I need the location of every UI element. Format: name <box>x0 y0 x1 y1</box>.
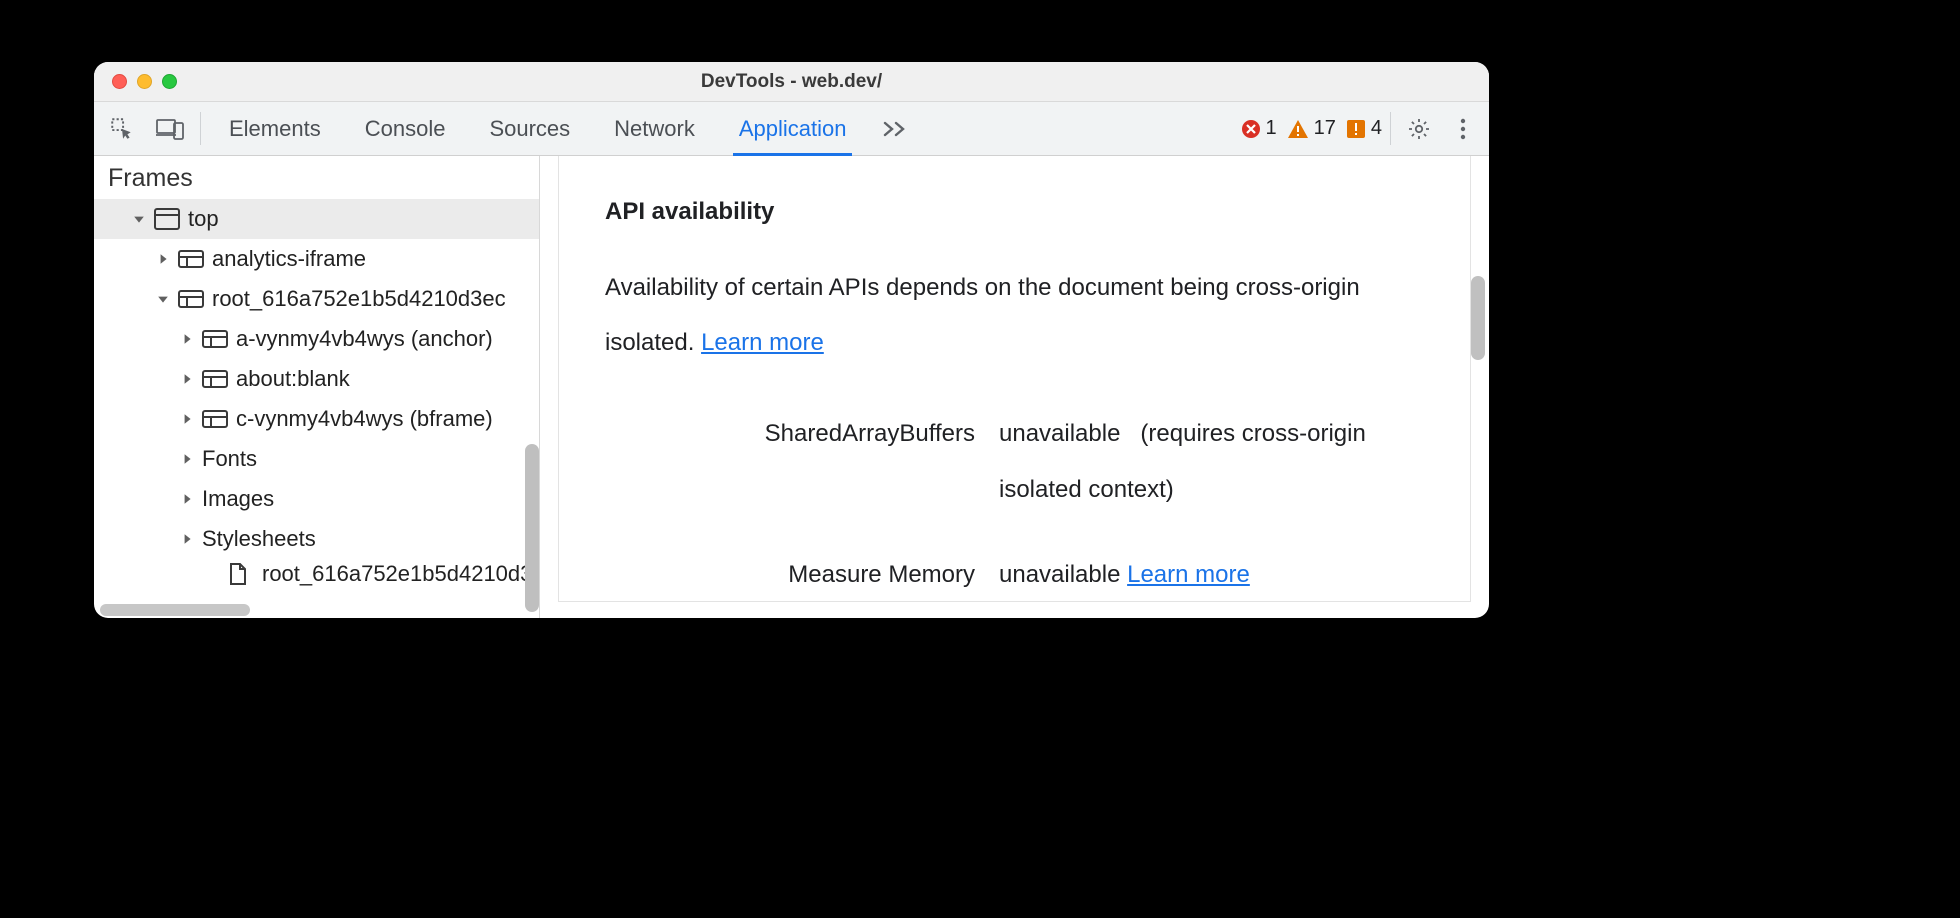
frame-details-pane: API availability Availability of certain… <box>540 156 1489 618</box>
errors-counter[interactable]: 1 <box>1241 117 1277 140</box>
sidebar-section-header: Frames <box>94 156 539 199</box>
tab-console[interactable]: Console <box>343 102 468 155</box>
expand-icon[interactable] <box>180 332 194 346</box>
frame-icon <box>202 368 228 390</box>
api-row: SharedArrayBuffers unavailable (requires … <box>605 406 1424 516</box>
issues-counter[interactable]: 4 <box>1346 117 1382 140</box>
warnings-count: 17 <box>1314 117 1336 140</box>
tab-elements[interactable]: Elements <box>207 102 343 155</box>
tree-item[interactable]: Images <box>94 479 539 519</box>
section-intro: Availability of certain APIs depends on … <box>605 260 1424 370</box>
frame-icon <box>178 248 204 270</box>
expand-icon[interactable] <box>180 412 194 426</box>
window-icon <box>154 208 180 230</box>
tree-item-label: Stylesheets <box>202 526 316 552</box>
more-options-icon[interactable] <box>1441 102 1485 155</box>
learn-more-link[interactable]: Learn more <box>1127 561 1250 588</box>
sidebar-horizontal-scrollbar[interactable] <box>94 602 539 618</box>
tree-item-label: top <box>188 206 219 232</box>
panel-tabstrip: Elements Console Sources Network Applica… <box>94 102 1489 156</box>
api-availability-list: SharedArrayBuffers unavailable (requires … <box>605 406 1424 602</box>
frame-icon <box>178 288 204 310</box>
tree-item[interactable]: top <box>94 199 539 239</box>
file-icon <box>228 563 254 585</box>
tree-item-label: analytics-iframe <box>212 246 366 272</box>
api-row: Measure Memory unavailable Learn more <box>605 547 1424 602</box>
api-value: unavailable (requires cross-origin isola… <box>999 406 1424 516</box>
frames-sidebar: Frames top analytics-iframe root_616a752e1… <box>94 156 540 618</box>
tab-label: Application <box>739 116 847 142</box>
frames-tree: top analytics-iframe root_616a752e1b5d4210… <box>94 199 539 618</box>
tree-item-label: root_616a752e1b5d4210d3ec <box>212 286 506 312</box>
panel-body: Frames top analytics-iframe root_616a752e1… <box>94 156 1489 618</box>
collapse-icon[interactable] <box>156 292 170 306</box>
tree-item[interactable]: Fonts <box>94 439 539 479</box>
tab-label: Console <box>365 116 446 142</box>
tab-label: Elements <box>229 116 321 142</box>
tree-item[interactable]: c-vynmy4vb4wys (bframe) <box>94 399 539 439</box>
tree-item-label: a-vynmy4vb4wys (anchor) <box>236 326 493 352</box>
tree-item-label: Images <box>202 486 274 512</box>
collapse-icon[interactable] <box>132 212 146 226</box>
learn-more-link[interactable]: Learn more <box>701 329 824 356</box>
tree-item-label: c-vynmy4vb4wys (bframe) <box>236 406 493 432</box>
inspect-element-icon[interactable] <box>98 102 146 155</box>
devtools-window: DevTools - web.dev/ Elements Console Sou… <box>94 62 1489 618</box>
api-name: SharedArrayBuffers <box>605 406 975 461</box>
frame-icon <box>202 408 228 430</box>
tree-item[interactable]: root_616a752e1b5d4210d3 <box>94 559 539 589</box>
device-toolbar-icon[interactable] <box>146 102 194 155</box>
tabs-overflow-icon[interactable] <box>868 102 922 155</box>
api-name: Measure Memory <box>605 547 975 602</box>
expand-icon[interactable] <box>180 452 194 466</box>
frame-icon <box>202 328 228 350</box>
tree-item[interactable]: Stylesheets <box>94 519 539 559</box>
tab-sources[interactable]: Sources <box>467 102 592 155</box>
tree-item-label: about:blank <box>236 366 350 392</box>
window-titlebar[interactable]: DevTools - web.dev/ <box>94 62 1489 102</box>
tab-label: Network <box>614 116 695 142</box>
tabstrip-divider <box>200 112 201 145</box>
settings-gear-icon[interactable] <box>1397 102 1441 155</box>
sidebar-vertical-scrollbar[interactable] <box>525 206 539 616</box>
tab-label: Sources <box>489 116 570 142</box>
tabstrip-divider <box>1390 112 1391 145</box>
tree-item[interactable]: about:blank <box>94 359 539 399</box>
issue-counters: 1 17 4 <box>1241 102 1385 155</box>
main-vertical-scrollbar[interactable] <box>1471 164 1485 584</box>
issues-count: 4 <box>1371 117 1382 140</box>
tree-item-label: root_616a752e1b5d4210d3 <box>262 561 532 587</box>
expand-icon[interactable] <box>180 532 194 546</box>
tab-network[interactable]: Network <box>592 102 717 155</box>
errors-count: 1 <box>1266 117 1277 140</box>
expand-icon[interactable] <box>180 372 194 386</box>
tab-application[interactable]: Application <box>717 102 869 155</box>
tree-item-label: Fonts <box>202 446 257 472</box>
expand-icon[interactable] <box>180 492 194 506</box>
warnings-counter[interactable]: 17 <box>1287 117 1336 140</box>
tree-item[interactable]: root_616a752e1b5d4210d3ec <box>94 279 539 319</box>
window-title: DevTools - web.dev/ <box>94 71 1489 93</box>
tree-item[interactable]: analytics-iframe <box>94 239 539 279</box>
expand-icon[interactable] <box>156 252 170 266</box>
tree-item[interactable]: a-vynmy4vb4wys (anchor) <box>94 319 539 359</box>
api-value: unavailable Learn more <box>999 547 1424 602</box>
section-title: API availability <box>605 198 1424 226</box>
